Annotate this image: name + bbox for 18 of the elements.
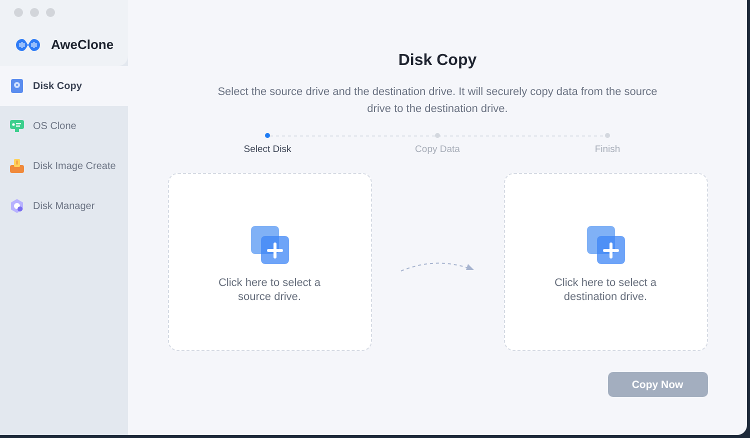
- drive-prompt: Click here to select a source drive.: [217, 276, 322, 304]
- logo-icon: [15, 38, 41, 52]
- add-icon: [586, 226, 624, 264]
- description-text: Select the source drive and the destination drive. It will securely copy data from the source drive to the destination drive.: [216, 85, 658, 117]
- sidebar-item[interactable]: Disk Copy: [0, 66, 128, 106]
- sidebar-item[interactable]: OS Clone: [0, 106, 128, 146]
- step-label: Select Disk: [244, 144, 292, 155]
- sidebar-item[interactable]: Disk Image Create: [0, 146, 128, 186]
- monitor-icon: [10, 119, 24, 133]
- step-label: Finish: [594, 144, 620, 155]
- drive-prompt: Click here to select a destination drive.: [553, 276, 658, 304]
- drive-select-card[interactable]: Click here to select a source drive.: [168, 173, 372, 351]
- add-icon: [250, 226, 288, 264]
- page-title: Disk Copy: [398, 52, 477, 70]
- sidebar-item[interactable]: Disk Manager: [0, 186, 128, 226]
- step-label: Copy Data: [415, 144, 460, 155]
- app-name: AweClone: [51, 37, 114, 52]
- drive-select-card[interactable]: Click here to select a destination drive.: [504, 173, 708, 351]
